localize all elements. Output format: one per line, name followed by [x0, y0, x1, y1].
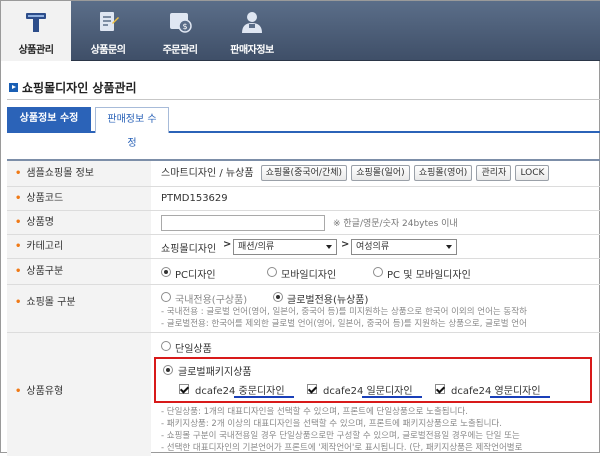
field-value: ※ 한글/영문/숫자 24bytes 이내 [161, 211, 600, 234]
underline [362, 396, 422, 398]
radio-global[interactable] [273, 292, 283, 302]
checkbox-chinese-design[interactable] [179, 384, 189, 394]
nav-item-label: 주문관리 [162, 45, 198, 56]
product-form: • 샘플쇼핑몰 정보 스마트디자인 / 뉴상품 쇼핑몰(중국어/간체) 쇼핑몰(일… [7, 159, 600, 456]
title-divider [7, 99, 600, 100]
product-inquiry-icon [95, 9, 121, 35]
product-name-input[interactable] [161, 215, 325, 231]
radio-global-package[interactable] [163, 365, 173, 375]
seller-info-icon [239, 9, 265, 35]
category-select-1[interactable]: 패션/의류 [233, 239, 337, 255]
checkbox-label: dcafe24 중문디자인 [195, 386, 285, 397]
required-star-icon: • [15, 297, 22, 308]
radio-label: 글로벌전용(뉴상품) [287, 295, 369, 306]
radio-pc-and-mobile-design[interactable] [373, 267, 383, 277]
tab-sales-info-edit[interactable]: 판매정보 수정 [95, 107, 169, 149]
mall-chinese-button[interactable]: 쇼핑몰(중국어/간체) [260, 165, 348, 181]
checkbox-label: dcafe24 영문디자인 [451, 386, 541, 397]
required-star-icon: • [15, 193, 22, 204]
mall-japanese-button[interactable]: 쇼핑몰(일어) [351, 165, 410, 181]
radio-domestic[interactable] [161, 292, 171, 302]
underline [234, 396, 294, 398]
product-management-icon [23, 9, 49, 35]
nav-item-product-management[interactable]: 상품관리 [1, 1, 71, 61]
underline [490, 396, 550, 398]
title-bullet-icon [9, 83, 18, 92]
required-star-icon: • [15, 386, 22, 397]
radio-pc-design[interactable] [161, 267, 171, 277]
row-product-type: • 상품구분 PC디자인 모바일디자인 PC 및 모바일디자인 [7, 259, 600, 285]
product-kind-note: - 선택한 대표디자인의 기본언어가 프론트에 '제작언어'로 표시됩니다. (… [161, 443, 523, 453]
mall-english-button[interactable]: 쇼핑몰(영어) [413, 165, 473, 181]
nav-item-order-management[interactable]: $ 주문관리 [145, 1, 215, 61]
field-value: PC디자인 모바일디자인 PC 및 모바일디자인 [161, 259, 600, 284]
dropdown-arrow-icon [326, 245, 332, 249]
field-label: • 쇼핑몰 구분 [7, 285, 151, 332]
field-label: • 카테고리 [7, 235, 151, 258]
radio-label: 단일상품 [175, 344, 212, 355]
nav-item-label: 상품문의 [90, 45, 126, 56]
required-star-icon: • [15, 266, 22, 277]
row-category: • 카테고리 쇼핑몰디자인 > 패션/의류 > 여성의류 [7, 235, 600, 259]
mall-type-note: - 국내전용 : 글로벌 언어(영어, 일본어, 중국어 등)를 미지원하는 상… [161, 307, 527, 317]
row-mall-type: • 쇼핑몰 구분 국내전용(구상품) 글로벌전용(뉴상품) - 국내전용 : 글로… [7, 285, 600, 333]
radio-label: 국내전용(구상품) [175, 295, 248, 306]
sample-mall-text: 스마트디자인 / 뉴상품 [161, 168, 254, 179]
page-title: 쇼핑몰디자인 상품관리 [9, 79, 137, 96]
field-value: 쇼핑몰디자인 > 패션/의류 > 여성의류 [161, 235, 600, 258]
row-product-name: • 상품명 ※ 한글/영문/숫자 24bytes 이내 [7, 211, 600, 235]
product-kind-note: - 단일상품: 1개의 대표디자인을 선택할 수 있으며, 프론트에 단일상품으… [161, 407, 468, 417]
field-value: 스마트디자인 / 뉴상품 쇼핑몰(중국어/간체) 쇼핑몰(일어) 쇼핑몰(영어)… [161, 161, 600, 186]
lock-button[interactable]: LOCK [515, 165, 550, 181]
checkbox-japanese-design[interactable] [307, 384, 317, 394]
field-label: • 상품코드 [7, 187, 151, 210]
required-star-icon: • [15, 217, 22, 228]
radio-single-product[interactable] [161, 341, 171, 351]
radio-label: 글로벌패키지상품 [178, 367, 252, 378]
nav-item-label: 상품관리 [18, 45, 54, 56]
field-label: • 상품구분 [7, 259, 151, 284]
product-kind-note: - 쇼핑몰 구분이 국내전용일 경우 단일상품으로만 구성할 수 있으며, 글로… [161, 431, 520, 441]
product-code-value: PTMD153629 [161, 193, 228, 204]
radio-label: PC 및 모바일디자인 [387, 270, 471, 281]
radio-label: 모바일디자인 [281, 270, 337, 281]
checkbox-english-design[interactable] [435, 384, 445, 394]
checkbox-label: dcafe24 일문디자인 [323, 386, 413, 397]
row-sample-mall: • 샘플쇼핑몰 정보 스마트디자인 / 뉴상품 쇼핑몰(중국어/간체) 쇼핑몰(일… [7, 161, 600, 187]
chevron-right-icon: > [341, 239, 350, 250]
category-select-2[interactable]: 여성의류 [351, 239, 457, 255]
field-value: 국내전용(구상품) 글로벌전용(뉴상품) - 국내전용 : 글로벌 언어(영어,… [161, 285, 600, 332]
tab-bar: 상품정보 수정 판매정보 수정 [7, 107, 600, 149]
nav-item-seller-info[interactable]: 판매자정보 [217, 1, 287, 61]
admin-button[interactable]: 관리자 [476, 165, 512, 181]
mall-type-note: - 글로벌전용: 한국어를 제외한 글로벌 언어(영어, 일본어, 중국어 등)… [161, 319, 527, 329]
top-navigation: 상품관리 상품문의 $ 주문관리 판매자정보 [1, 1, 600, 61]
order-management-icon: $ [167, 9, 193, 35]
field-label: • 샘플쇼핑몰 정보 [7, 161, 151, 186]
svg-text:$: $ [183, 22, 188, 31]
dropdown-arrow-icon [446, 245, 452, 249]
category-root: 쇼핑몰디자인 [161, 244, 217, 255]
chevron-right-icon: > [223, 239, 232, 250]
row-product-code: • 상품코드 PTMD153629 [7, 187, 600, 211]
radio-label: PC디자인 [175, 270, 216, 281]
field-label: • 상품명 [7, 211, 151, 234]
tab-product-info-edit[interactable]: 상품정보 수정 [7, 107, 91, 133]
required-star-icon: • [15, 241, 22, 252]
field-label: • 상품유형 [7, 333, 151, 456]
nav-item-label: 판매자정보 [230, 45, 274, 56]
product-name-hint: ※ 한글/영문/숫자 24bytes 이내 [333, 219, 458, 229]
radio-mobile-design[interactable] [267, 267, 277, 277]
required-star-icon: • [15, 168, 22, 179]
product-kind-note: - 패키지상품: 2개 이상의 대표디자인을 선택할 수 있으며, 프론트에 패… [161, 419, 502, 429]
nav-item-product-inquiry[interactable]: 상품문의 [73, 1, 143, 61]
